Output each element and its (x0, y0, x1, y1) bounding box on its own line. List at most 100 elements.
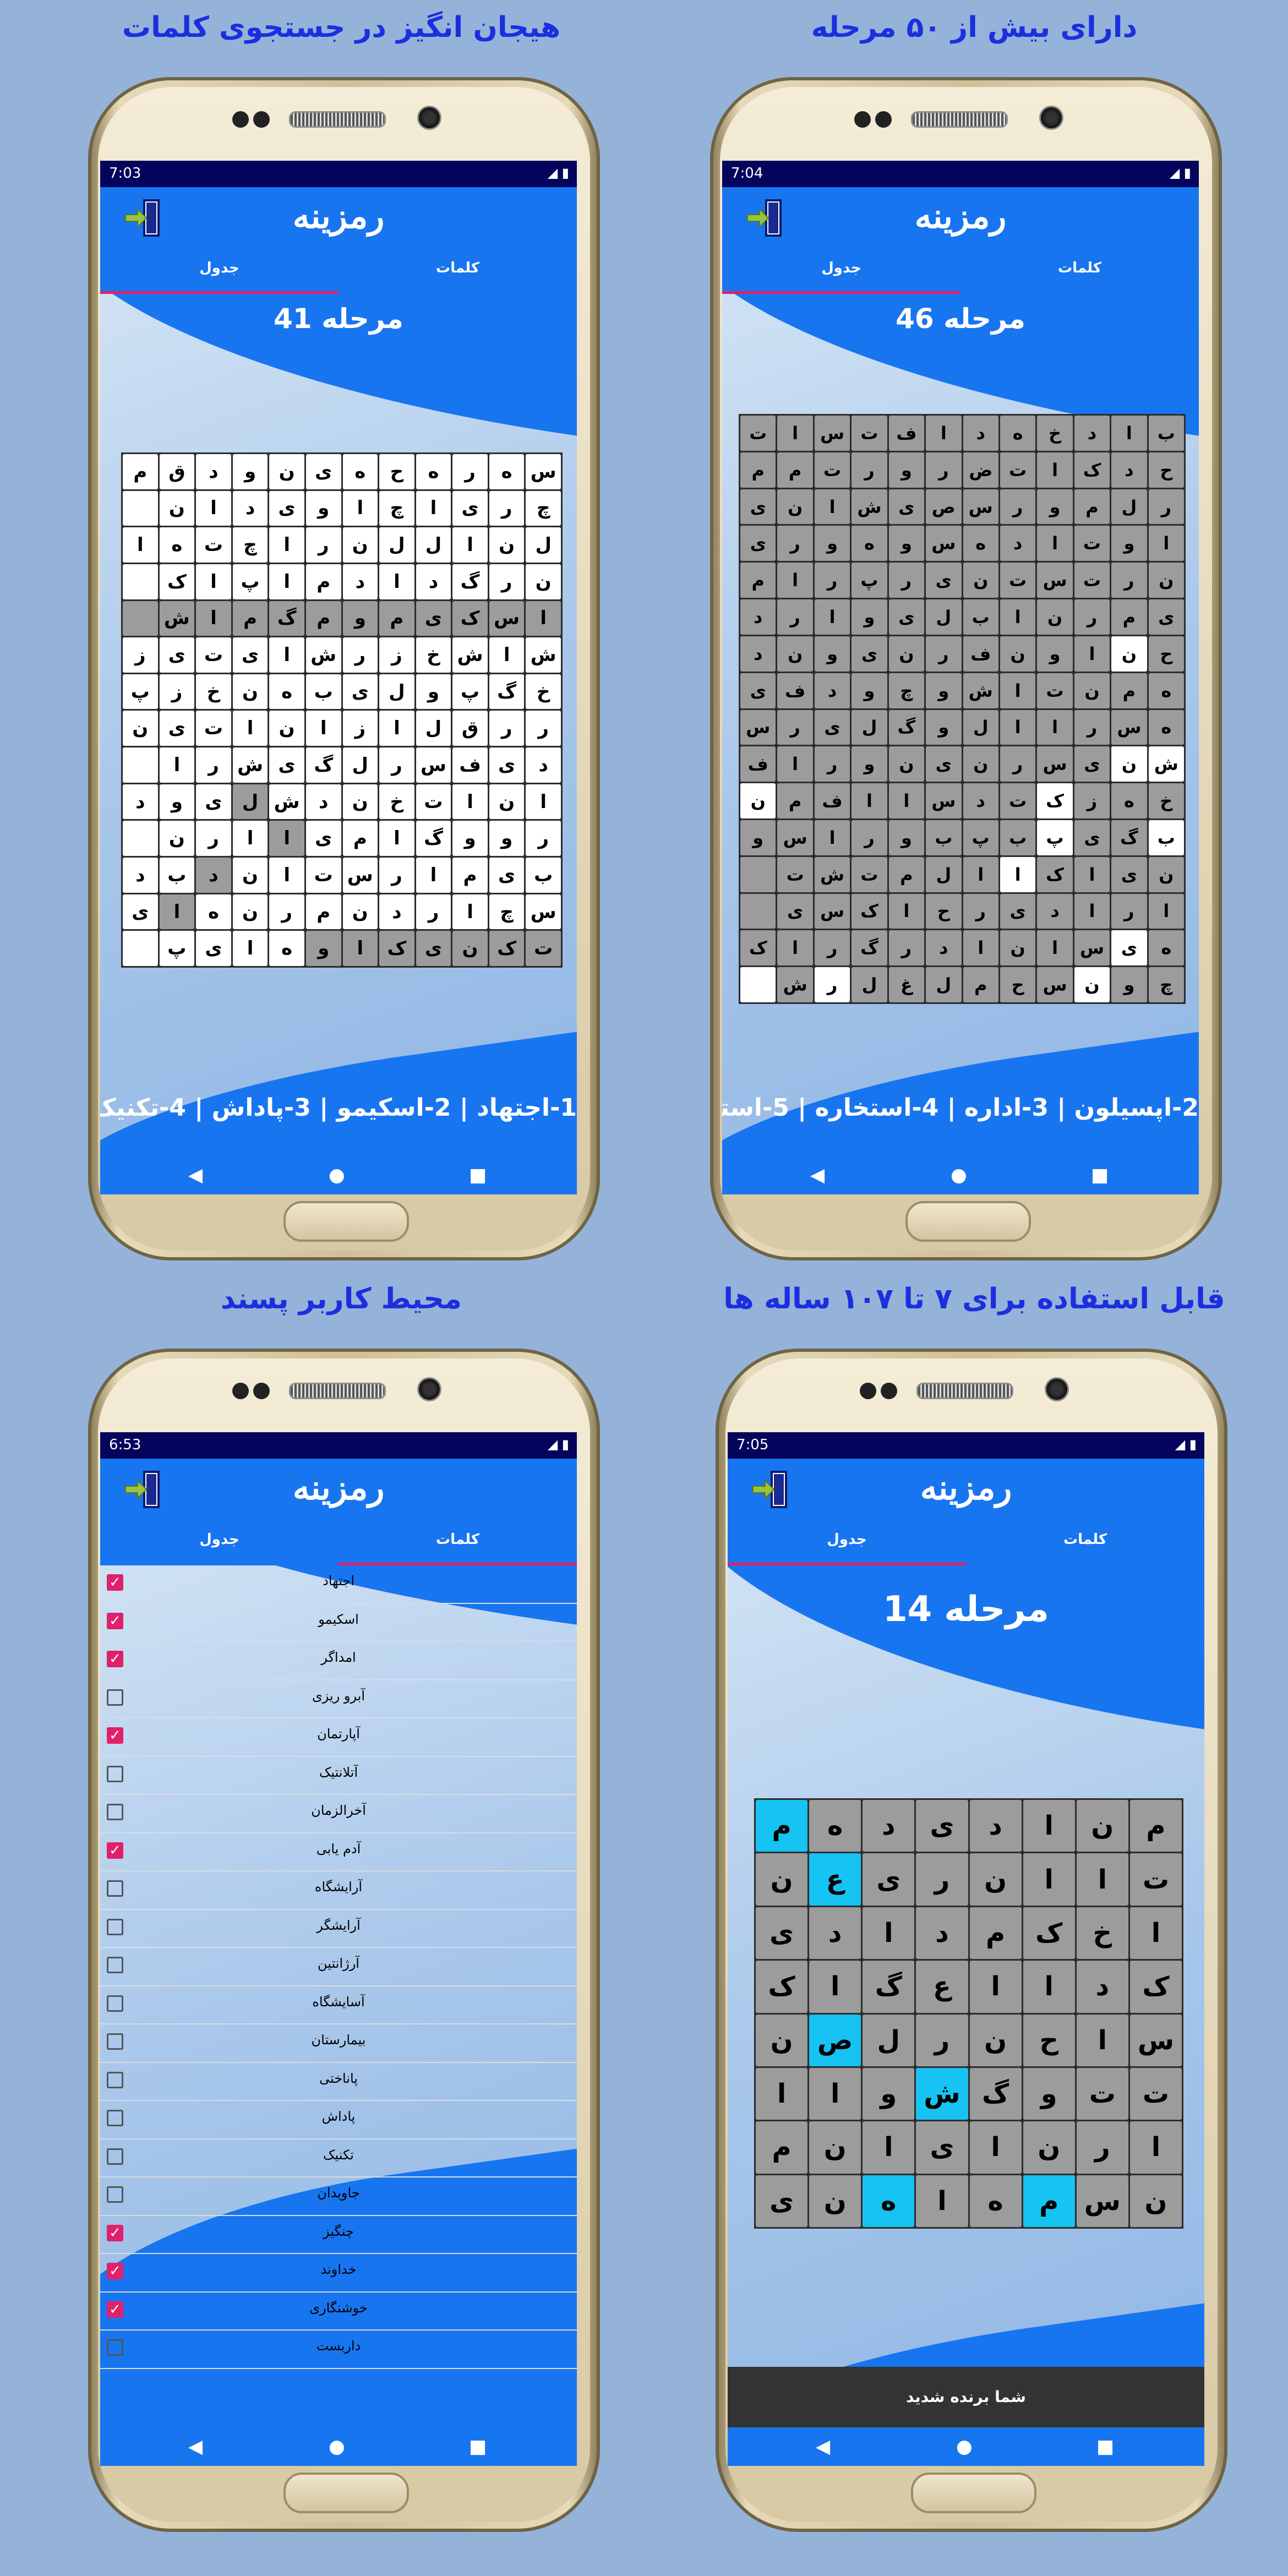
back-icon[interactable]: ◀ (810, 1166, 825, 1185)
grid-cell[interactable]: ا (196, 601, 231, 636)
back-icon[interactable]: ◀ (188, 2437, 203, 2456)
grid-cell[interactable]: ا (1000, 856, 1036, 892)
grid-cell[interactable]: ر (379, 858, 414, 893)
grid-cell[interactable]: گ (269, 601, 304, 636)
grid-cell[interactable]: ت (196, 637, 231, 673)
grid-cell[interactable]: پ (232, 564, 268, 599)
grid-cell[interactable]: ن (269, 454, 304, 489)
grid-cell[interactable]: ن (269, 711, 304, 746)
grid-cell[interactable]: و (1111, 526, 1147, 561)
grid-cell[interactable]: ن (963, 746, 998, 782)
grid-cell[interactable]: ی (926, 746, 962, 782)
grid-cell[interactable]: ا (159, 894, 195, 930)
grid-cell[interactable]: د (196, 454, 231, 489)
grid-cell[interactable]: ر (916, 1853, 968, 1906)
grid-cell[interactable]: ا (888, 783, 925, 818)
grid-cell[interactable]: چ (379, 490, 414, 526)
grid-cell[interactable]: ا (814, 489, 850, 525)
grid-cell[interactable]: ص (926, 489, 962, 525)
grid-cell[interactable]: ی (852, 636, 887, 672)
grid-cell[interactable]: ی (1111, 930, 1147, 966)
grid-cell[interactable]: ا (416, 858, 451, 893)
grid-cell[interactable]: ن (232, 674, 268, 710)
word-row[interactable]: پاداش (100, 2101, 577, 2140)
grid-cell[interactable]: ه (489, 454, 525, 489)
grid-cell[interactable]: ا (814, 820, 850, 855)
grid-cell[interactable]: ا (1023, 1800, 1075, 1852)
grid-cell[interactable]: ر (1074, 710, 1110, 745)
grid-cell[interactable]: س (489, 601, 525, 636)
grid-cell[interactable]: ک (1129, 1961, 1182, 2013)
grid-cell[interactable] (740, 856, 776, 892)
grid-cell[interactable]: ح (1148, 636, 1184, 672)
grid-cell[interactable]: م (305, 894, 341, 930)
grid-cell[interactable]: و (1023, 2067, 1075, 2120)
grid-cell[interactable]: ی (756, 2175, 808, 2227)
grid-cell[interactable]: ا (852, 783, 887, 818)
grid-cell[interactable]: ن (740, 783, 776, 818)
grid-cell[interactable]: ی (814, 710, 850, 745)
grid-cell[interactable]: د (123, 784, 158, 820)
grid-cell[interactable]: ن (809, 2121, 861, 2174)
grid-cell[interactable]: ل (926, 967, 962, 1002)
grid-cell[interactable]: ز (159, 674, 195, 710)
tab-grid[interactable]: جدول (100, 249, 339, 294)
recents-icon[interactable]: ■ (1091, 1166, 1109, 1185)
grid-cell[interactable]: ا (269, 527, 304, 563)
grid-cell[interactable]: س (1129, 2014, 1182, 2066)
grid-cell[interactable]: خ (196, 674, 231, 710)
grid-cell[interactable]: ا (452, 784, 488, 820)
grid-cell[interactable]: م (777, 452, 813, 488)
grid-cell[interactable]: د (1076, 1961, 1128, 2013)
grid-cell[interactable]: ا (196, 564, 231, 599)
grid-cell[interactable]: ر (196, 747, 231, 783)
grid-cell[interactable]: ه (963, 526, 998, 561)
grid-cell[interactable]: س (1037, 746, 1073, 782)
grid-cell[interactable]: ا (232, 931, 268, 966)
grid-cell[interactable]: د (916, 1907, 968, 1960)
grid-cell[interactable]: ه (809, 1800, 861, 1852)
grid-cell[interactable]: س (926, 783, 962, 818)
grid-cell[interactable]: ر (1074, 599, 1110, 635)
grid-cell[interactable]: و (489, 821, 525, 856)
grid-cell[interactable]: ش (269, 784, 304, 820)
grid-cell[interactable]: ن (1000, 636, 1036, 672)
grid-cell[interactable]: ه (342, 454, 378, 489)
grid-cell[interactable]: ه (196, 894, 231, 930)
grid-cell[interactable]: ا (1023, 1961, 1075, 2013)
grid-cell[interactable] (123, 490, 158, 526)
grid-cell[interactable]: ا (1023, 1853, 1075, 1906)
grid-cell[interactable]: ا (342, 931, 378, 966)
grid-cell[interactable]: ه (159, 527, 195, 563)
grid-cell[interactable]: و (1037, 489, 1073, 525)
grid-cell[interactable]: ش (777, 967, 813, 1002)
grid-cell[interactable]: م (379, 601, 414, 636)
grid-cell[interactable]: ب (526, 858, 561, 893)
grid-cell[interactable]: ا (777, 563, 813, 598)
grid-cell[interactable]: ا (926, 416, 962, 451)
grid-cell[interactable]: گ (969, 2067, 1022, 2120)
grid-cell[interactable]: ر (852, 820, 887, 855)
grid-cell[interactable]: ت (852, 856, 887, 892)
grid-cell[interactable]: ی (756, 1907, 808, 1960)
grid-cell[interactable]: ا (159, 747, 195, 783)
home-icon[interactable]: ● (951, 1166, 967, 1185)
grid-cell[interactable]: ن (969, 2014, 1022, 2066)
grid-cell[interactable]: ا (123, 527, 158, 563)
grid-cell[interactable]: ع (916, 1961, 968, 2013)
grid-cell[interactable]: خ (1076, 1907, 1128, 1960)
grid-cell[interactable]: ت (305, 858, 341, 893)
grid-cell[interactable]: ن (777, 636, 813, 672)
grid-cell[interactable]: ک (489, 931, 525, 966)
grid-cell[interactable]: ل (852, 710, 887, 745)
grid-cell[interactable]: م (305, 564, 341, 599)
grid-cell[interactable]: د (379, 894, 414, 930)
grid-cell[interactable]: ه (852, 526, 887, 561)
grid-cell[interactable]: ح (926, 893, 962, 929)
grid-cell[interactable]: ف (777, 673, 813, 708)
grid-cell[interactable]: ا (269, 637, 304, 673)
word-row[interactable]: پاناختی (100, 2063, 577, 2101)
grid-cell[interactable]: ب (963, 599, 998, 635)
word-row[interactable]: ✓ خداوند (100, 2254, 577, 2293)
grid-cell[interactable]: ت (1129, 1853, 1182, 1906)
